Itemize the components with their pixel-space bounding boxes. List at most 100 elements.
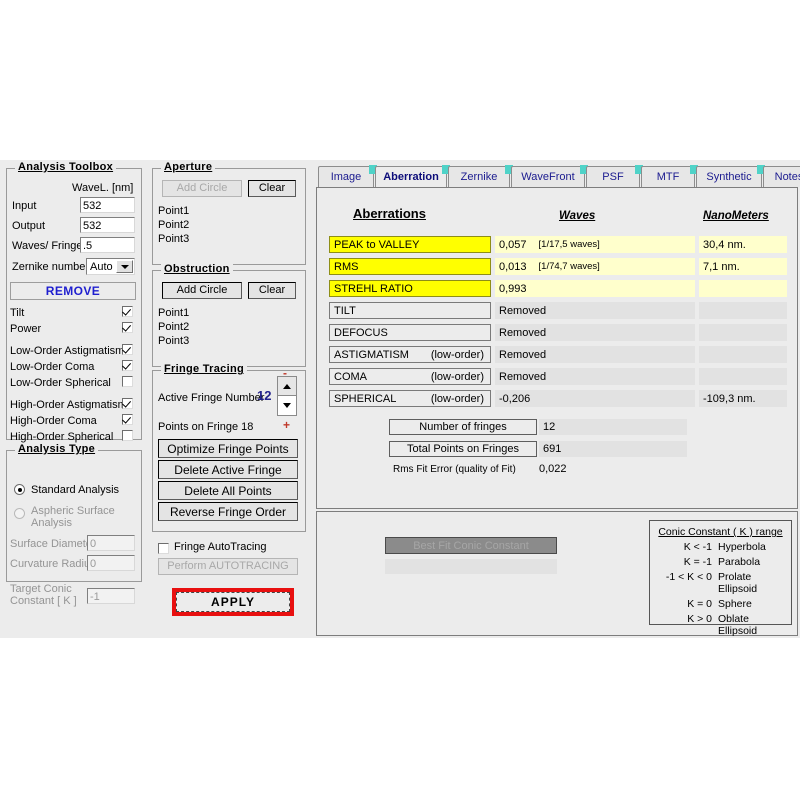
aberration-name: SPHERICAL <box>334 393 396 405</box>
apply-button[interactable]: APPLY <box>176 592 290 612</box>
input-label: Input <box>12 200 36 212</box>
removal-checkbox[interactable] <box>122 306 133 317</box>
aberration-waves-value: 0,057 <box>499 239 527 251</box>
removal-checkbox[interactable] <box>122 360 133 371</box>
wavelength-header: WaveL. [nm] <box>72 182 133 194</box>
tab-notes[interactable]: Notes <box>763 166 800 187</box>
aberration-name-cell: COMA(low-order) <box>329 368 491 385</box>
list-item[interactable]: Point1 <box>158 205 189 217</box>
aberration-name-suffix: (low-order) <box>431 371 490 383</box>
aberration-waves-cell: 0,013[1/74,7 waves] <box>495 258 695 275</box>
fringe-action-button[interactable]: Optimize Fringe Points <box>158 439 298 458</box>
removal-checkbox[interactable] <box>122 430 133 441</box>
aberration-nanometers-cell <box>699 302 787 319</box>
fringe-action-button[interactable]: Reverse Fringe Order <box>158 502 298 521</box>
conic-shape-name: Oblate Ellipsoid <box>718 613 787 637</box>
conic-legend-title: Conic Constant ( K ) range <box>654 526 787 538</box>
removal-checkbox-label: Low-Order Spherical <box>10 377 111 389</box>
conic-k-range: -1 < K < 0 <box>654 571 718 595</box>
removal-checkbox-label: Tilt <box>10 307 24 319</box>
aberration-name: ASTIGMATISM <box>334 349 409 361</box>
zernike-number-select[interactable]: Auto <box>86 258 135 275</box>
obstruction-clear-button[interactable]: Clear <box>248 282 296 299</box>
target-conic-constant-field[interactable]: -1 <box>87 588 135 604</box>
aberration-name: STREHL RATIO <box>334 283 413 295</box>
conic-shape-name: Hyperbola <box>718 541 787 553</box>
aperture-title: Aperture <box>161 161 215 173</box>
output-field[interactable]: 532 <box>80 217 135 233</box>
output-label: Output <box>12 220 45 232</box>
removal-checkbox[interactable] <box>122 322 133 333</box>
summary-label: Total Points on Fringes <box>389 441 537 457</box>
best-fit-conic-constant-button[interactable]: Best Fit Conic Constant <box>385 537 557 554</box>
fringe-autotracing-checkbox[interactable] <box>158 543 169 554</box>
aberration-waves-value: 0,993 <box>499 283 527 295</box>
curvature-radius-field[interactable]: 0 <box>87 555 135 571</box>
tab-aberration[interactable]: Aberration <box>375 166 447 187</box>
aberration-name-cell: TILT <box>329 302 491 319</box>
waves-column-header: Waves <box>559 210 595 222</box>
conic-panel: Best Fit Conic Constant Conic Constant (… <box>316 511 798 636</box>
removal-checkbox[interactable] <box>122 344 133 355</box>
target-conic-constant-label-1: Target Conic <box>10 583 72 595</box>
removal-checkbox-label: Low-Order Coma <box>10 361 94 373</box>
curvature-radius-label: Curvature Radius <box>10 558 96 570</box>
spinner-down-button[interactable] <box>278 396 296 415</box>
chevron-down-icon[interactable] <box>116 260 133 273</box>
removal-checkbox[interactable] <box>122 376 133 387</box>
tab-image[interactable]: Image <box>318 166 374 187</box>
tab-mtf[interactable]: MTF <box>641 166 695 187</box>
nanometers-column-header: NanoMeters <box>703 210 769 222</box>
triangle-up-icon <box>283 384 291 389</box>
fringe-action-button[interactable]: Delete Active Fringe <box>158 460 298 479</box>
aberration-waves-fraction: [1/17,5 waves] <box>539 239 600 250</box>
removal-checkbox[interactable] <box>122 414 133 425</box>
radio-standard-analysis[interactable] <box>14 484 25 495</box>
aberration-name-cell: RMS <box>329 258 491 275</box>
radio-aspheric-surface-analysis[interactable] <box>14 508 25 519</box>
input-field[interactable]: 532 <box>80 197 135 213</box>
spinner-up-button[interactable] <box>278 377 296 396</box>
list-item[interactable]: Point3 <box>158 233 189 245</box>
list-item[interactable]: Point2 <box>158 219 189 231</box>
aberration-name-cell: SPHERICAL(low-order) <box>329 390 491 407</box>
aberration-waves-value: Removed <box>499 305 546 317</box>
app-window: Analysis Toolbox WaveL. [nm] Input 532 O… <box>0 160 800 638</box>
aberration-name: TILT <box>334 305 356 317</box>
tab-psf[interactable]: PSF <box>586 166 640 187</box>
radio-standard-analysis-label: Standard Analysis <box>31 484 119 496</box>
remove-button[interactable]: REMOVE <box>10 282 136 300</box>
obstruction-add-circle-button[interactable]: Add Circle <box>162 282 242 299</box>
removal-checkbox[interactable] <box>122 398 133 409</box>
conic-k-range: K = 0 <box>654 598 718 610</box>
tab-wavefront[interactable]: WaveFront <box>511 166 585 187</box>
surface-diameter-label: Surface Diameter <box>10 538 96 550</box>
analysis-type-title: Analysis Type <box>15 443 98 455</box>
aperture-add-circle-button[interactable]: Add Circle <box>162 180 242 197</box>
conic-constant-legend: Conic Constant ( K ) range K < -1Hyperbo… <box>649 520 792 625</box>
aberration-waves-cell: Removed <box>495 368 695 385</box>
list-item[interactable]: Point1 <box>158 307 189 319</box>
fringe-action-button[interactable]: Delete All Points <box>158 481 298 500</box>
surface-diameter-field[interactable]: 0 <box>87 535 135 551</box>
aperture-clear-button[interactable]: Clear <box>248 180 296 197</box>
list-item[interactable]: Point2 <box>158 321 189 333</box>
list-item[interactable]: Point3 <box>158 335 189 347</box>
aberration-nanometers-cell <box>699 280 787 297</box>
aberration-waves-value: 0,013 <box>499 261 527 273</box>
right-panel: ImageAberrationZernikeWaveFrontPSFMTFSyn… <box>314 160 800 638</box>
aberration-name: DEFOCUS <box>334 327 388 339</box>
active-fringe-number-label: Active Fringe Number <box>158 392 264 404</box>
aberration-waves-cell: Removed <box>495 302 695 319</box>
aberration-waves-value: Removed <box>499 327 546 339</box>
aberration-waves-cell: 0,993 <box>495 280 695 297</box>
tab-zernike[interactable]: Zernike <box>448 166 510 187</box>
conic-shape-name: Parabola <box>718 556 787 568</box>
perform-autotracing-button[interactable]: Perform AUTOTRACING <box>158 558 298 575</box>
waves-per-fringe-field[interactable]: .5 <box>80 237 135 253</box>
active-fringe-spinner[interactable] <box>277 376 297 416</box>
aberration-waves-value: -0,206 <box>499 393 530 405</box>
best-fit-conic-constant-value <box>385 559 557 574</box>
tab-synthetic[interactable]: Synthetic <box>696 166 762 187</box>
aberration-name-cell: ASTIGMATISM(low-order) <box>329 346 491 363</box>
